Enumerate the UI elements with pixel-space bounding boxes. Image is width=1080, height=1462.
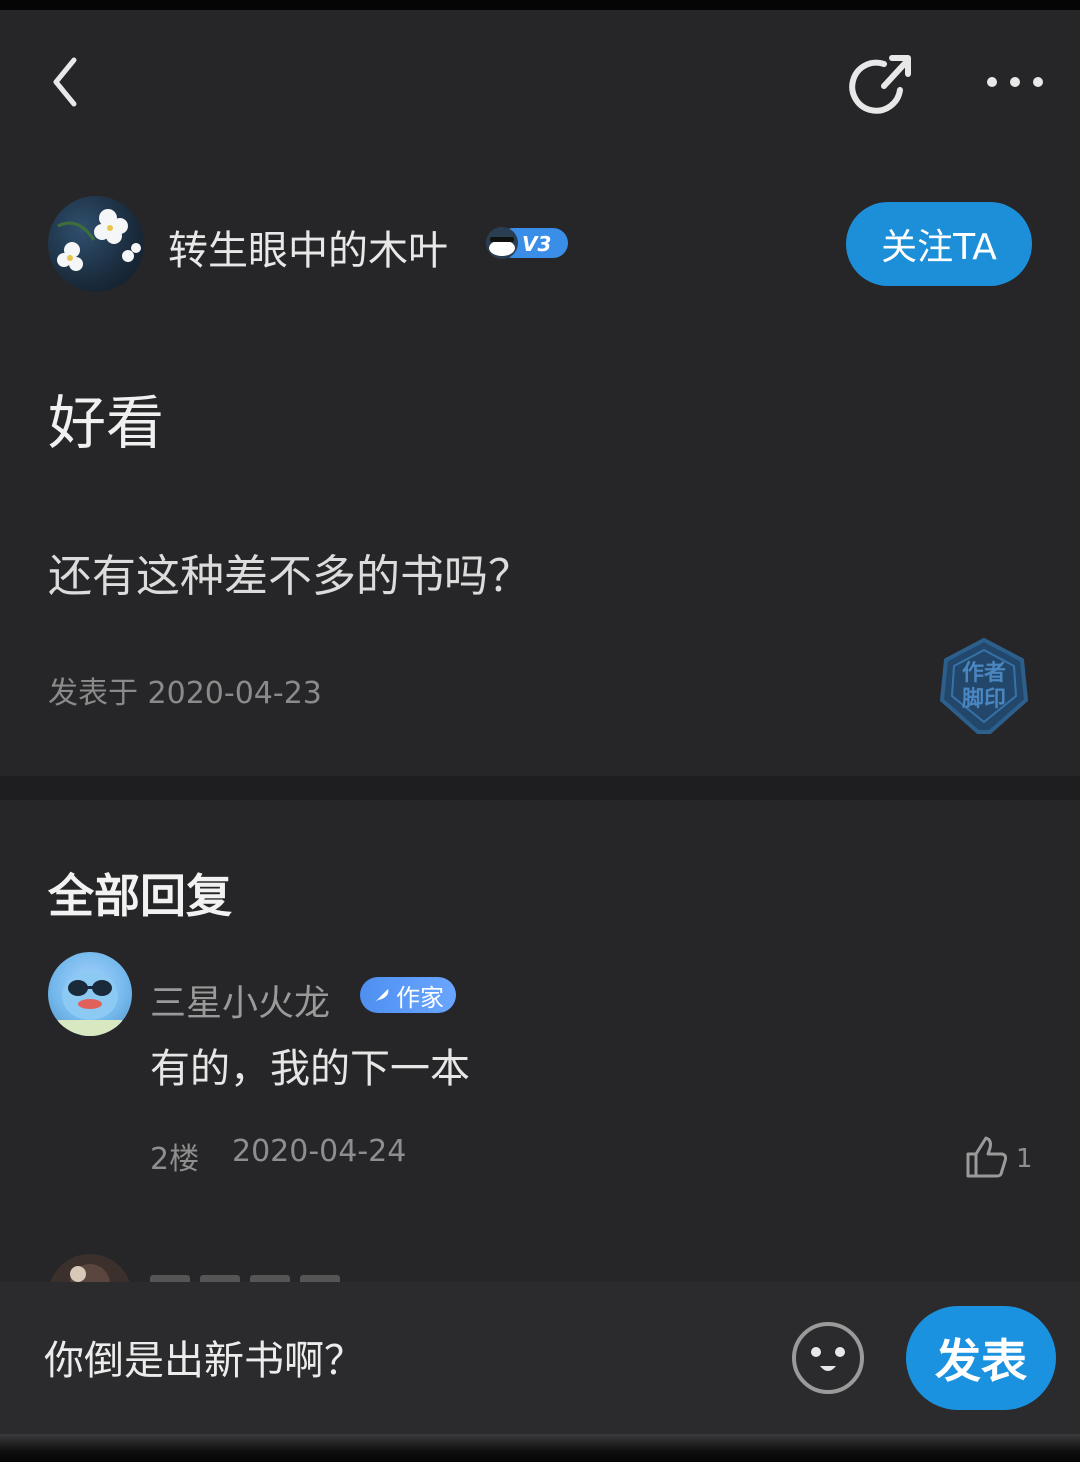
status-bar — [0, 0, 1080, 10]
writer-badge-label: 作家 — [396, 983, 444, 1012]
reply-floor: 2楼 — [150, 1142, 200, 1177]
follow-button[interactable]: 关注TA — [846, 202, 1032, 286]
navigation-bar — [0, 1434, 1080, 1462]
chevron-left-icon — [53, 57, 77, 107]
post-body: 还有这种差不多的书吗？ — [48, 551, 532, 602]
replies-heading: 全部回复 — [48, 869, 232, 923]
flower-avatar-image — [57, 209, 141, 271]
comment-input[interactable] — [42, 1330, 766, 1392]
author-stamp-icon: 作者 脚印 — [939, 637, 1029, 734]
author-avatar[interactable] — [48, 196, 144, 292]
post-title: 好看 — [48, 389, 165, 457]
reply-username[interactable]: 三星小火龙 — [150, 974, 330, 1026]
writer-badge: 作家 — [360, 977, 456, 1013]
vip-badge-icon: V3 — [486, 227, 568, 259]
reply-date: 2020-04-24 — [232, 1134, 407, 1169]
stamp-line-2: 脚印 — [962, 687, 1006, 712]
post-date: 发表于 2020-04-23 — [48, 676, 322, 711]
like-button[interactable] — [964, 1134, 1010, 1180]
section-divider — [0, 776, 1080, 800]
back-button[interactable] — [40, 46, 100, 118]
vip-level-badge: V3 — [484, 224, 570, 262]
smiley-icon — [792, 1322, 864, 1394]
reply-text: 有的，我的下一本 — [150, 1046, 470, 1092]
thumbs-up-icon — [966, 1136, 1008, 1178]
emoji-button[interactable] — [790, 1320, 866, 1396]
stamp-line-1: 作者 — [962, 661, 1006, 686]
share-icon — [849, 55, 911, 114]
submit-button[interactable]: 发表 — [906, 1306, 1056, 1410]
more-options-button[interactable] — [980, 60, 1050, 104]
author-name[interactable]: 转生眼中的木叶 — [168, 218, 448, 276]
like-count: 1 — [1016, 1144, 1033, 1174]
squirtle-avatar-image — [58, 972, 122, 1036]
author-footprint-stamp: 作者 脚印 — [934, 636, 1034, 736]
quill-icon — [375, 989, 389, 1002]
more-icon — [987, 77, 1043, 87]
vip-level-text: V3 — [522, 232, 551, 256]
reply-avatar[interactable] — [48, 952, 132, 1036]
share-button[interactable] — [846, 50, 918, 122]
